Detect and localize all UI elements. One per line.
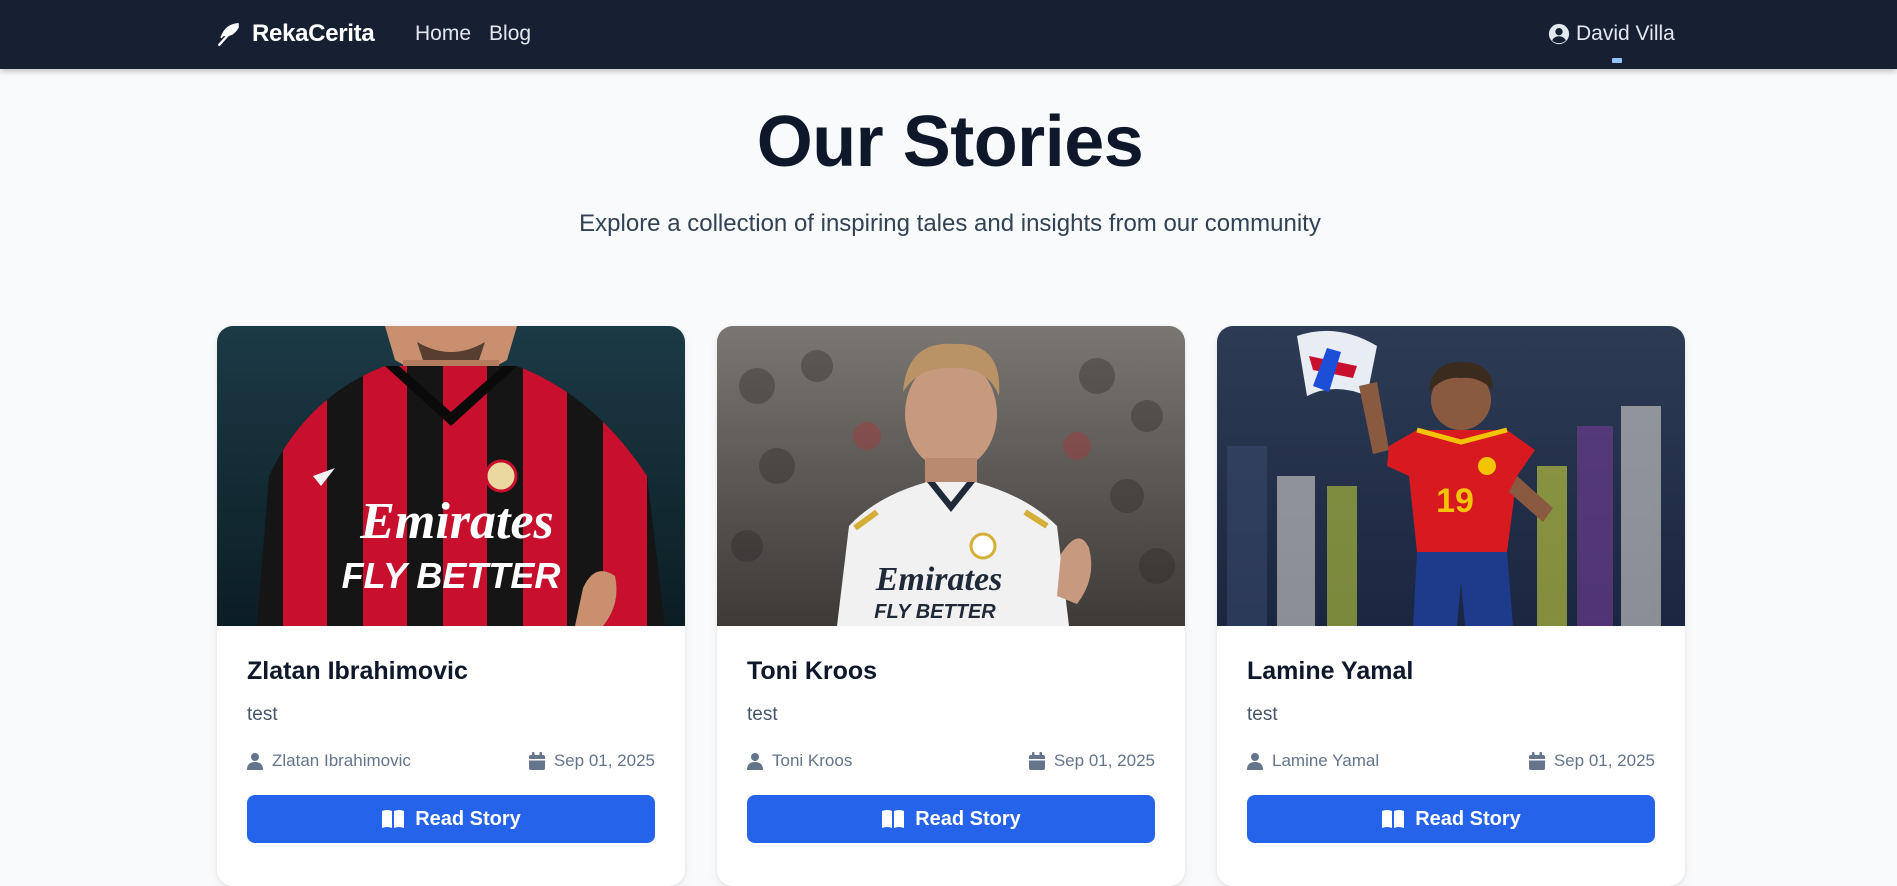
user-icon bbox=[247, 753, 263, 770]
story-meta: Zlatan Ibrahimovic Sep 01, 2025 bbox=[247, 749, 655, 773]
nav-link-blog[interactable]: Blog bbox=[489, 22, 531, 46]
story-title[interactable]: Zlatan Ibrahimovic bbox=[247, 656, 655, 686]
user-circle-icon bbox=[1548, 23, 1570, 45]
book-open-icon bbox=[882, 810, 905, 828]
read-story-label: Read Story bbox=[915, 807, 1021, 830]
story-image-zlatan[interactable]: Emirates FLY BETTER bbox=[217, 326, 685, 626]
date-text: Sep 01, 2025 bbox=[553, 751, 655, 770]
story-card: 19 Lamine Yamal test Lamine Yamal Sep 01… bbox=[1217, 326, 1685, 886]
story-meta: Toni Kroos Sep 01, 2025 bbox=[747, 749, 1155, 773]
dropdown-caret-icon bbox=[1612, 58, 1622, 63]
calendar-icon bbox=[528, 752, 545, 770]
story-excerpt: test bbox=[247, 704, 278, 725]
user-menu-toggle[interactable]: David Villa bbox=[1548, 17, 1675, 51]
story-title[interactable]: Lamine Yamal bbox=[1247, 656, 1655, 686]
date-text: Sep 01, 2025 bbox=[1053, 751, 1155, 770]
date-text: Sep 01, 2025 bbox=[1553, 751, 1655, 770]
sponsor-tagline: FLY BETTER bbox=[342, 555, 561, 596]
read-story-button[interactable]: Read Story bbox=[247, 795, 655, 843]
card-body: Toni Kroos test Toni Kroos Sep 01, 2025 bbox=[717, 626, 1185, 843]
book-open-icon bbox=[382, 810, 405, 828]
card-body: Lamine Yamal test Lamine Yamal Sep 01, 2… bbox=[1217, 626, 1685, 843]
calendar-icon bbox=[1028, 752, 1045, 770]
user-icon bbox=[1247, 753, 1263, 770]
story-excerpt: test bbox=[1247, 704, 1278, 725]
feather-icon bbox=[218, 23, 239, 47]
story-photo: 19 bbox=[1217, 326, 1685, 626]
top-navbar: RekaCerita Home Blog David Villa bbox=[0, 0, 1897, 69]
story-author: Lamine Yamal bbox=[1247, 751, 1379, 771]
sponsor-lettering: Emirates bbox=[359, 493, 554, 550]
story-author: Zlatan Ibrahimovic bbox=[247, 751, 411, 771]
nav-link-home[interactable]: Home bbox=[415, 22, 471, 46]
story-image-yamal[interactable]: 19 bbox=[1217, 326, 1685, 626]
brand-link[interactable]: RekaCerita bbox=[216, 17, 375, 51]
sponsor-tagline: FLY BETTER bbox=[874, 601, 996, 623]
sponsor-lettering: Emirates bbox=[875, 561, 1003, 598]
author-name: Lamine Yamal bbox=[1272, 751, 1380, 770]
author-name: Toni Kroos bbox=[772, 751, 853, 770]
read-story-label: Read Story bbox=[1415, 807, 1521, 830]
story-image-kroos[interactable]: Emirates FLY BETTER bbox=[717, 326, 1185, 626]
story-date: Sep 01, 2025 bbox=[528, 751, 655, 771]
user-icon bbox=[747, 753, 763, 770]
story-meta: Lamine Yamal Sep 01, 2025 bbox=[1247, 749, 1655, 773]
nav-links: Home Blog bbox=[415, 17, 531, 51]
brand-name: RekaCerita bbox=[252, 20, 375, 47]
author-name: Zlatan Ibrahimovic bbox=[272, 751, 411, 770]
story-date: Sep 01, 2025 bbox=[1028, 751, 1155, 771]
story-photo: Emirates FLY BETTER bbox=[717, 326, 1185, 626]
page-title: Our Stories bbox=[756, 102, 1144, 182]
story-date: Sep 01, 2025 bbox=[1528, 751, 1655, 771]
story-excerpt: test bbox=[747, 704, 778, 725]
jersey-number: 19 bbox=[1436, 482, 1474, 520]
user-name: David Villa bbox=[1576, 22, 1675, 45]
story-card: Emirates FLY BETTER Zlatan Ibrahimovic t… bbox=[217, 326, 685, 886]
read-story-label: Read Story bbox=[415, 807, 521, 830]
page-subtitle: Explore a collection of inspiring tales … bbox=[579, 210, 1321, 237]
story-card: Emirates FLY BETTER Toni Kroos test Toni… bbox=[717, 326, 1185, 886]
read-story-button[interactable]: Read Story bbox=[1247, 795, 1655, 843]
story-author: Toni Kroos bbox=[747, 751, 852, 771]
calendar-icon bbox=[1528, 752, 1545, 770]
read-story-button[interactable]: Read Story bbox=[747, 795, 1155, 843]
book-open-icon bbox=[1382, 810, 1405, 828]
story-title[interactable]: Toni Kroos bbox=[747, 656, 1155, 686]
story-photo: Emirates FLY BETTER bbox=[217, 326, 685, 626]
card-body: Zlatan Ibrahimovic test Zlatan Ibrahimov… bbox=[217, 626, 685, 843]
